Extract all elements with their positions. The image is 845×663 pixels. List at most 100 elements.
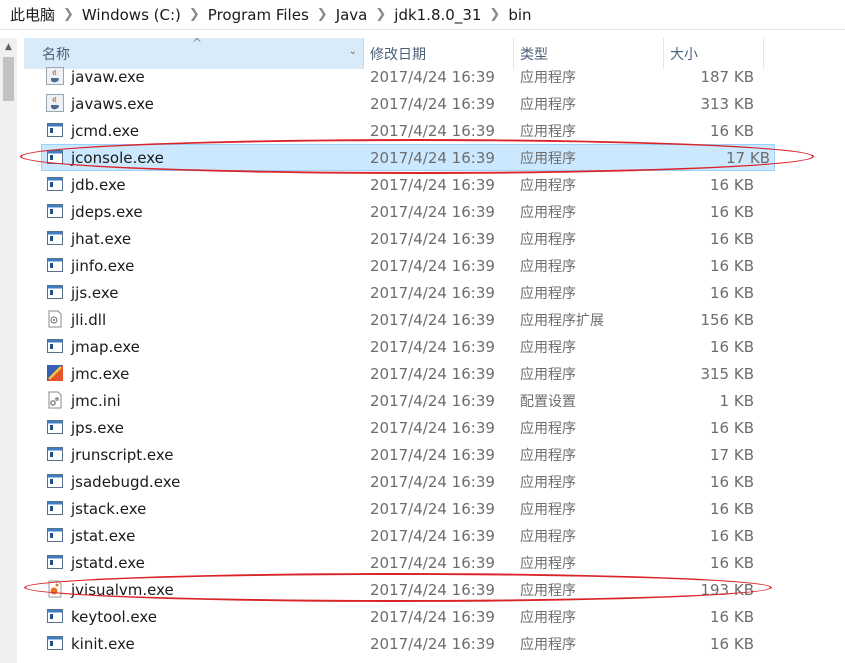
file-date: 2017/4/24 16:39 (370, 337, 495, 356)
breadcrumb-program-files[interactable]: Program Files (204, 6, 313, 24)
file-row[interactable]: jstack.exe 2017/4/24 16:39 应用程序 16 KB (24, 495, 784, 522)
file-row[interactable]: jstat.exe 2017/4/24 16:39 应用程序 16 KB (24, 522, 784, 549)
address-bar[interactable]: 此电脑 ❯ Windows (C:) ❯ Program Files ❯ Jav… (0, 0, 845, 30)
file-row[interactable]: jmc.exe 2017/4/24 16:39 应用程序 315 KB (24, 360, 784, 387)
file-row[interactable]: kinit.exe 2017/4/24 16:39 应用程序 16 KB (24, 630, 784, 657)
file-size: 16 KB (710, 256, 754, 275)
file-type: 应用程序 (520, 420, 576, 437)
file-size: 17 KB (726, 148, 770, 167)
breadcrumb-java[interactable]: Java (332, 6, 372, 24)
file-row[interactable]: jhat.exe 2017/4/24 16:39 应用程序 16 KB (24, 225, 784, 252)
file-name: jmc.ini (71, 391, 121, 410)
exe-window-icon (46, 418, 64, 436)
file-row[interactable]: jstatd.exe 2017/4/24 16:39 应用程序 16 KB (24, 549, 784, 576)
file-row[interactable]: jrunscript.exe 2017/4/24 16:39 应用程序 17 KB (24, 441, 784, 468)
file-row[interactable]: jdeps.exe 2017/4/24 16:39 应用程序 16 KB (24, 198, 784, 225)
exe-window-icon (46, 553, 64, 571)
vertical-scrollbar[interactable]: ▲ (0, 38, 17, 663)
file-name: jvisualvm.exe (71, 580, 174, 599)
file-row[interactable]: jvisualvm.exe 2017/4/24 16:39 应用程序 193 KB (24, 576, 784, 603)
exe-window-icon (46, 337, 64, 355)
file-date: 2017/4/24 16:39 (370, 499, 495, 518)
file-size: 16 KB (710, 634, 754, 653)
file-row[interactable]: jps.exe 2017/4/24 16:39 应用程序 16 KB (24, 414, 784, 441)
file-type: 应用程序 (520, 285, 576, 302)
file-date: 2017/4/24 16:39 (370, 607, 495, 626)
scroll-up-arrow-icon[interactable]: ▲ (0, 38, 17, 55)
file-type: 应用程序 (520, 555, 576, 572)
file-date: 2017/4/24 16:39 (370, 634, 495, 653)
file-row[interactable]: keytool.exe 2017/4/24 16:39 应用程序 16 KB (24, 603, 784, 630)
scroll-thumb[interactable] (3, 57, 14, 101)
column-header-name-label: 名称 (42, 46, 70, 63)
file-date: 2017/4/24 16:39 (370, 472, 495, 491)
file-size: 16 KB (710, 337, 754, 356)
file-row[interactable]: jinfo.exe 2017/4/24 16:39 应用程序 16 KB (24, 252, 784, 279)
jmc-app-icon (46, 364, 64, 382)
file-type: 应用程序 (520, 258, 576, 275)
file-name: javaw.exe (71, 67, 145, 86)
ini-file-icon (46, 391, 64, 409)
file-row[interactable]: jmap.exe 2017/4/24 16:39 应用程序 16 KB (24, 333, 784, 360)
file-size: 16 KB (710, 607, 754, 626)
file-name: jhat.exe (71, 229, 132, 248)
chevron-down-icon[interactable]: ⌄ (349, 46, 357, 57)
file-name: jdb.exe (71, 175, 126, 194)
file-size: 16 KB (710, 499, 754, 518)
sort-ascending-icon: ^ (192, 36, 203, 50)
file-date: 2017/4/24 16:39 (370, 364, 495, 383)
file-row[interactable]: javaws.exe 2017/4/24 16:39 应用程序 313 KB (24, 90, 784, 117)
file-type: 配置设置 (520, 393, 576, 410)
exe-window-icon (46, 121, 64, 139)
file-name: jmc.exe (71, 364, 130, 383)
breadcrumb-this-pc[interactable]: 此电脑 (6, 4, 59, 25)
chevron-right-icon[interactable]: ❯ (371, 7, 390, 22)
chevron-right-icon[interactable]: ❯ (59, 7, 78, 22)
file-date: 2017/4/24 16:39 (370, 310, 495, 329)
file-name: jstatd.exe (71, 553, 145, 572)
file-type: 应用程序 (520, 501, 576, 518)
chevron-right-icon[interactable]: ❯ (185, 7, 204, 22)
breadcrumb-windows-c[interactable]: Windows (C:) (78, 6, 185, 24)
breadcrumb-bin[interactable]: bin (504, 6, 535, 24)
file-size: 1 KB (719, 391, 754, 410)
file-type: 应用程序 (520, 366, 576, 383)
file-row-selected[interactable]: jconsole.exe 2017/4/24 16:39 应用程序 17 KB (41, 144, 775, 171)
file-type: 应用程序 (520, 528, 576, 545)
file-name: jcmd.exe (71, 121, 139, 140)
file-row[interactable]: jsadebugd.exe 2017/4/24 16:39 应用程序 16 KB (24, 468, 784, 495)
file-type: 应用程序 (520, 636, 576, 653)
exe-window-icon (46, 607, 64, 625)
file-date: 2017/4/24 16:39 (370, 391, 495, 410)
exe-window-icon (46, 472, 64, 490)
chevron-right-icon[interactable]: ❯ (485, 7, 504, 22)
file-row[interactable]: jdb.exe 2017/4/24 16:39 应用程序 16 KB (24, 171, 784, 198)
file-size: 16 KB (710, 283, 754, 302)
file-date: 2017/4/24 16:39 (370, 229, 495, 248)
file-date: 2017/4/24 16:39 (370, 202, 495, 221)
file-size: 17 KB (710, 445, 754, 464)
exe-window-icon (46, 202, 64, 220)
file-row[interactable]: jmc.ini 2017/4/24 16:39 配置设置 1 KB (24, 387, 784, 414)
file-type: 应用程序 (520, 150, 576, 167)
breadcrumb-jdk[interactable]: jdk1.8.0_31 (390, 6, 485, 24)
file-name: jjs.exe (71, 283, 119, 302)
file-date: 2017/4/24 16:39 (370, 121, 495, 140)
file-row[interactable]: javaw.exe 2017/4/24 16:39 应用程序 187 KB (24, 63, 784, 90)
column-header-size-label: 大小 (670, 46, 698, 63)
file-type: 应用程序 (520, 339, 576, 356)
exe-window-icon (46, 175, 64, 193)
file-row[interactable]: jcmd.exe 2017/4/24 16:39 应用程序 16 KB (24, 117, 784, 144)
file-size: 16 KB (710, 229, 754, 248)
file-row[interactable]: jjs.exe 2017/4/24 16:39 应用程序 16 KB (24, 279, 784, 306)
file-size: 16 KB (710, 202, 754, 221)
file-size: 16 KB (710, 175, 754, 194)
file-row[interactable]: jli.dll 2017/4/24 16:39 应用程序扩展 156 KB (24, 306, 784, 333)
file-type: 应用程序 (520, 231, 576, 248)
file-date: 2017/4/24 16:39 (370, 67, 495, 86)
file-name: jstack.exe (71, 499, 147, 518)
file-date: 2017/4/24 16:39 (370, 580, 495, 599)
file-name: jsadebugd.exe (71, 472, 181, 491)
file-name: jstat.exe (71, 526, 136, 545)
chevron-right-icon[interactable]: ❯ (313, 7, 332, 22)
